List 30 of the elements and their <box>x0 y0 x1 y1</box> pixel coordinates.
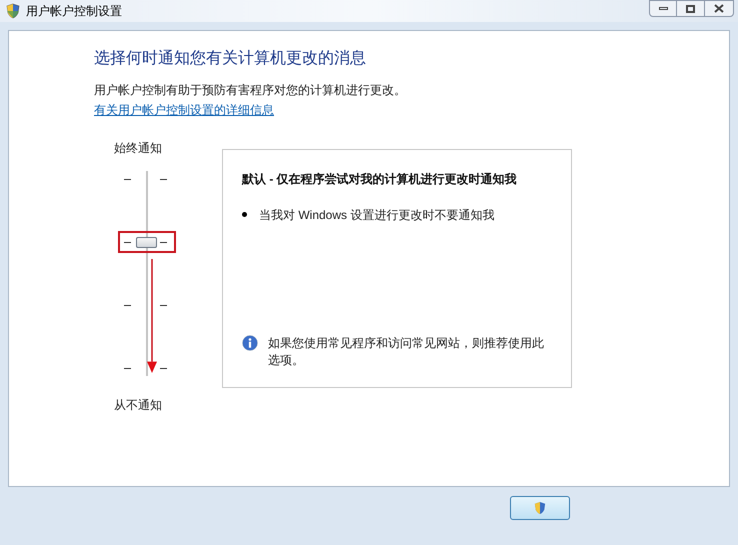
info-text: 如果您使用常见程序和访问常见网站，则推荐使用此选项。 <box>268 335 545 369</box>
ok-button[interactable] <box>510 496 570 520</box>
close-button[interactable] <box>704 0 734 17</box>
slider-thumb[interactable] <box>136 237 157 248</box>
minimize-button[interactable] <box>649 0 677 17</box>
minimize-icon <box>658 7 668 10</box>
bullet-icon <box>242 212 247 217</box>
description-text: 用户帐户控制有助于预防有害程序对您的计算机进行更改。 <box>94 82 407 99</box>
help-link[interactable]: 有关用户帐户控制设置的详细信息 <box>94 101 274 119</box>
bullet-text: 当我对 Windows 设置进行更改时不要通知我 <box>259 207 494 224</box>
maximize-icon <box>686 4 695 12</box>
slider-bottom-label: 从不通知 <box>114 397 162 414</box>
window-title: 用户帐户控制设置 <box>26 3 122 20</box>
slider-top-label: 始终通知 <box>114 140 162 157</box>
tick-mark <box>160 305 167 306</box>
maximize-button[interactable] <box>677 0 704 17</box>
tick-mark <box>124 179 131 180</box>
shield-icon <box>6 3 20 19</box>
panel-title: 默认 - 仅在程序尝试对我的计算机进行更改时通知我 <box>242 171 518 188</box>
tick-mark <box>124 368 131 369</box>
tick-mark <box>124 242 131 243</box>
highlight-box <box>118 231 176 253</box>
close-icon <box>714 4 724 13</box>
info-icon <box>242 335 258 351</box>
tick-mark <box>160 179 167 180</box>
tick-mark <box>160 242 167 243</box>
shield-icon <box>534 501 546 515</box>
tick-mark <box>160 368 167 369</box>
tick-mark <box>124 305 131 306</box>
page-heading: 选择何时通知您有关计算机更改的消息 <box>94 48 367 69</box>
